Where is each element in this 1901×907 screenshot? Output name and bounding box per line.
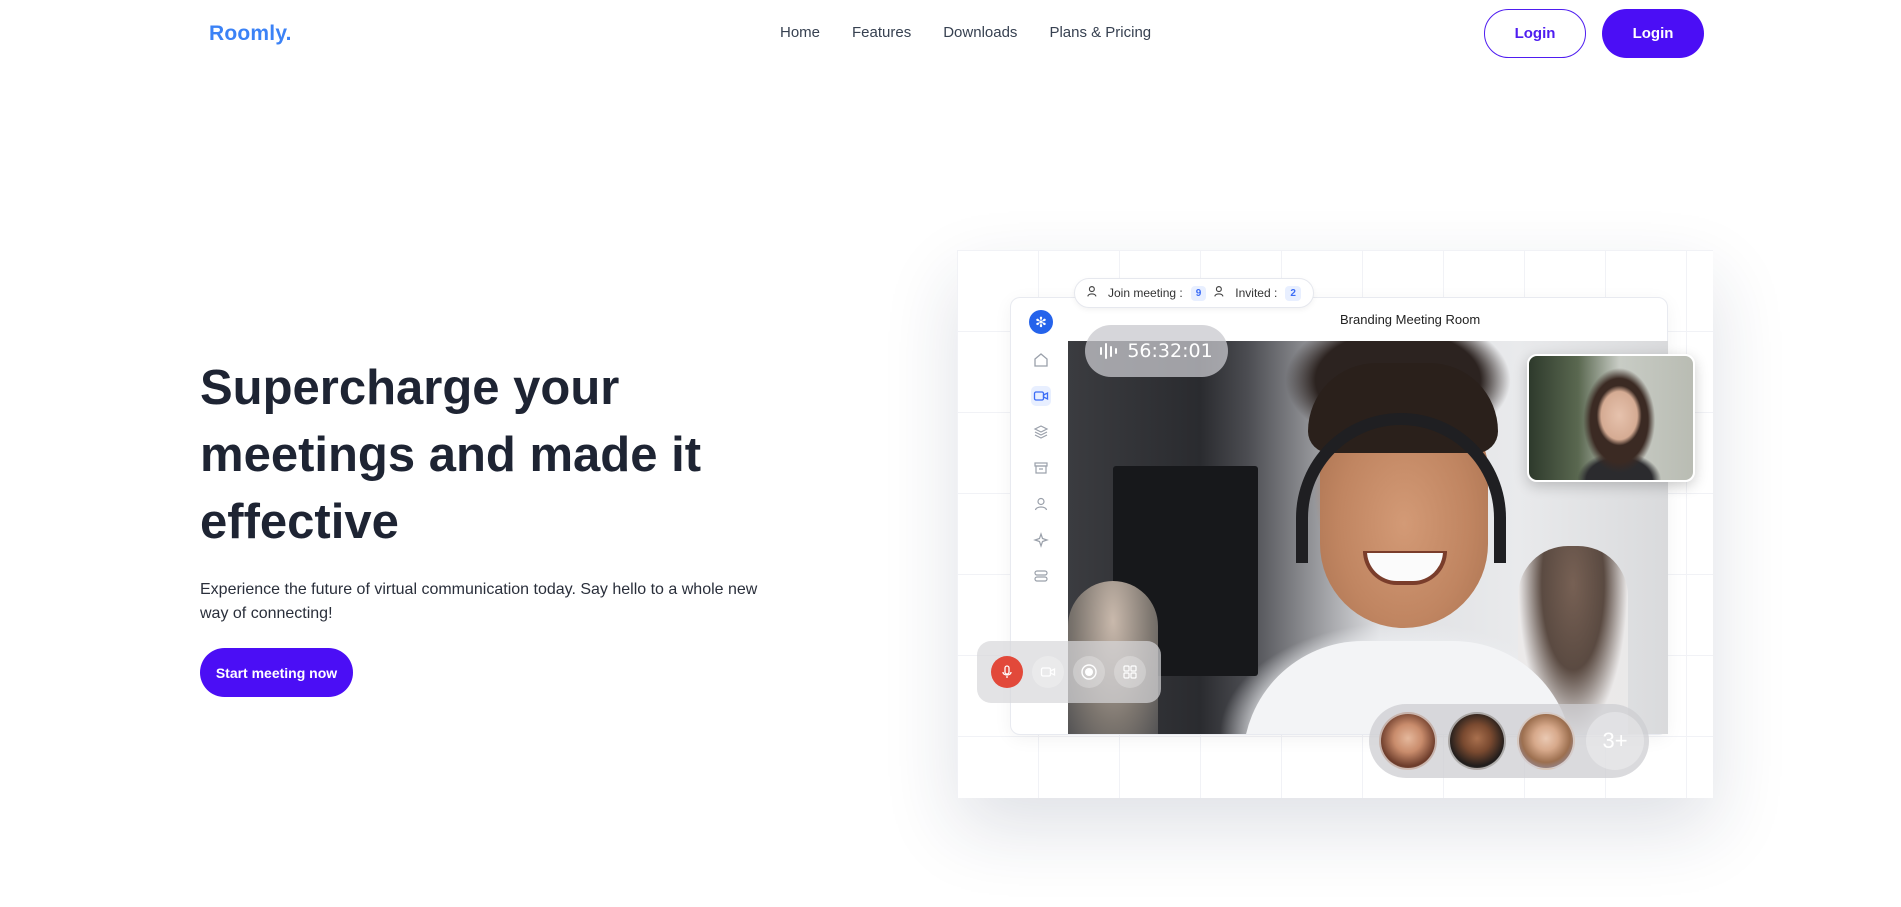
- call-controls: [977, 641, 1161, 703]
- hero-title: Supercharge your meetings and made it ef…: [200, 361, 702, 549]
- meeting-timer: 56:32:01: [1085, 325, 1228, 377]
- brand-logo[interactable]: Roomly.: [209, 22, 292, 46]
- login-button[interactable]: Login: [1602, 9, 1704, 58]
- nav-link-home[interactable]: Home: [780, 24, 820, 41]
- home-icon[interactable]: [1031, 350, 1051, 370]
- grid-icon[interactable]: [1114, 656, 1146, 688]
- more-attendees-badge[interactable]: 3+: [1586, 712, 1644, 770]
- nav-link-pricing[interactable]: Plans & Pricing: [1049, 24, 1151, 41]
- room-title: Branding Meeting Room: [1340, 312, 1481, 327]
- audio-wave-icon: [1100, 343, 1118, 359]
- start-meeting-button[interactable]: Start meeting now: [200, 648, 353, 697]
- nav-link-downloads[interactable]: Downloads: [943, 24, 1017, 41]
- sparkle-icon[interactable]: [1031, 530, 1051, 550]
- app-logo-icon: ✻: [1029, 310, 1053, 334]
- avatar[interactable]: [1517, 712, 1575, 770]
- app-mockup-card: ✻ Join meeting : 9 Invited : 2 Branding …: [957, 250, 1713, 798]
- meeting-stats-pill: Join meeting : 9 Invited : 2: [1074, 278, 1314, 308]
- timer-value: 56:32:01: [1127, 340, 1213, 362]
- attendee-avatars: 3+: [1369, 704, 1649, 778]
- invited-user-icon: [1214, 285, 1227, 301]
- video-icon[interactable]: [1031, 386, 1051, 406]
- top-nav: Roomly. Home Features Downloads Plans & …: [0, 0, 1901, 68]
- avatar[interactable]: [1448, 712, 1506, 770]
- user-icon[interactable]: [1031, 494, 1051, 514]
- invited-label: Invited :: [1235, 286, 1278, 300]
- login-outline-button[interactable]: Login: [1484, 9, 1586, 58]
- settings-icon[interactable]: [1031, 566, 1051, 586]
- app-sidebar: ✻: [1017, 302, 1065, 644]
- layers-icon[interactable]: [1031, 422, 1051, 442]
- join-meeting-count: 9: [1190, 285, 1207, 301]
- record-icon[interactable]: [1073, 656, 1105, 688]
- camera-icon[interactable]: [1032, 656, 1064, 688]
- participant-pip-video[interactable]: [1527, 354, 1695, 482]
- avatar[interactable]: [1379, 712, 1437, 770]
- mic-icon[interactable]: [991, 656, 1023, 688]
- invited-count: 2: [1285, 285, 1301, 301]
- join-meeting-label: Join meeting :: [1108, 286, 1183, 300]
- archive-icon[interactable]: [1031, 458, 1051, 478]
- nav-link-features[interactable]: Features: [852, 24, 911, 41]
- join-user-icon: [1087, 285, 1100, 301]
- hero-subtitle: Experience the future of virtual communi…: [200, 581, 758, 622]
- main-menu: Home Features Downloads Plans & Pricing: [780, 24, 1151, 41]
